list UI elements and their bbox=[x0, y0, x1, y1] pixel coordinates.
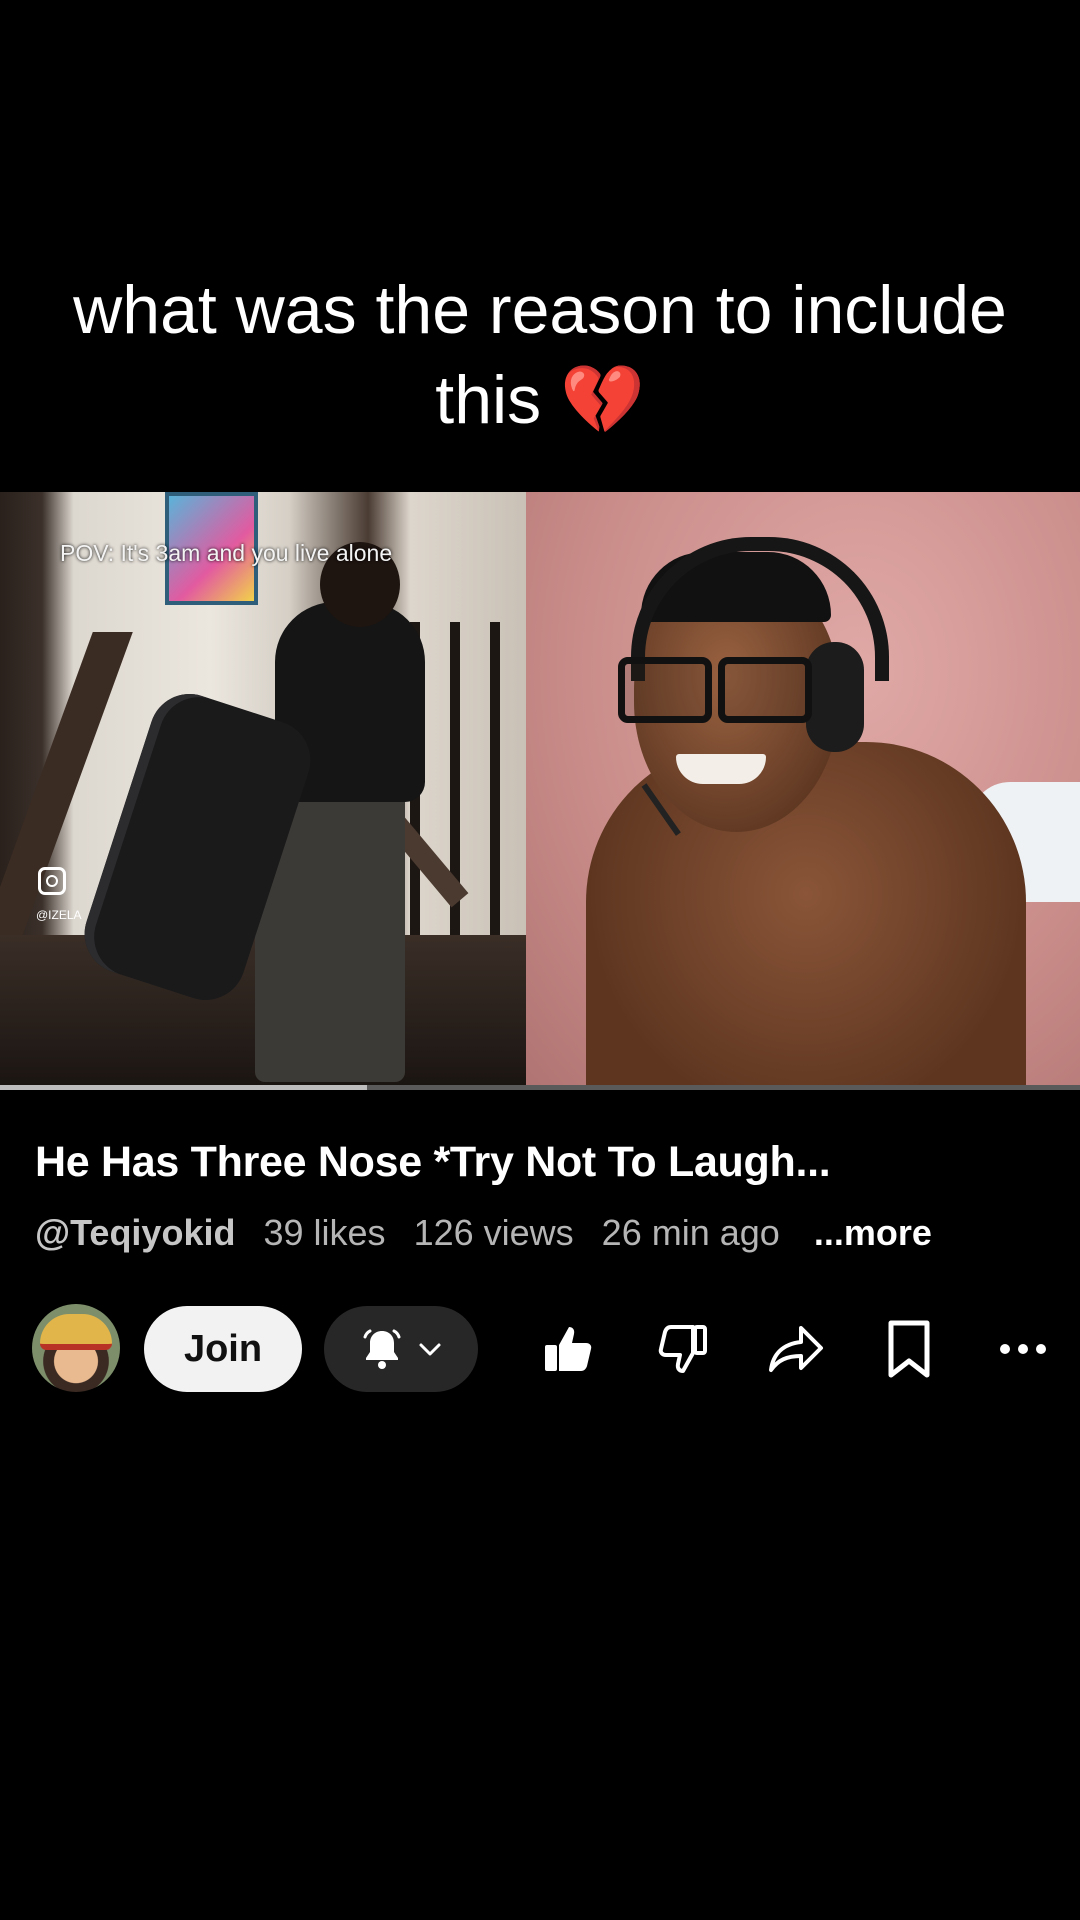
watermark-handle: @IZELA bbox=[36, 908, 82, 922]
video-title[interactable]: He Has Three Nose *Try Not To Laugh... bbox=[35, 1138, 1055, 1187]
share-icon bbox=[769, 1326, 823, 1372]
overlay-caption: what was the reason to include this 💔 bbox=[60, 265, 1020, 446]
more-options-button[interactable] bbox=[988, 1314, 1058, 1384]
bookmark-icon bbox=[888, 1320, 930, 1378]
smile bbox=[676, 754, 766, 784]
right-clip bbox=[526, 492, 1080, 1085]
video-meta: @Teqiyokid 39 likes 126 views 26 min ago… bbox=[35, 1212, 932, 1254]
action-bar: Join bbox=[0, 1304, 1080, 1394]
headphone-cup bbox=[806, 642, 864, 752]
channel-handle[interactable]: @Teqiyokid bbox=[35, 1212, 235, 1253]
instagram-icon bbox=[38, 867, 66, 895]
broken-heart-emoji: 💔 bbox=[560, 361, 645, 440]
video-progress-bar[interactable] bbox=[0, 1085, 1080, 1090]
save-button[interactable] bbox=[874, 1314, 944, 1384]
clip-overlay-text: POV: It's 3am and you live alone bbox=[60, 540, 393, 566]
share-button[interactable] bbox=[761, 1314, 831, 1384]
view-count: 126 views bbox=[413, 1212, 574, 1253]
video-player[interactable]: POV: It's 3am and you live alone @IZELA bbox=[0, 492, 1080, 1085]
channel-avatar[interactable] bbox=[32, 1304, 120, 1392]
video-progress-fill bbox=[0, 1085, 368, 1090]
join-button[interactable]: Join bbox=[144, 1306, 302, 1392]
upload-time: 26 min ago bbox=[601, 1212, 780, 1253]
notifications-button[interactable] bbox=[324, 1306, 478, 1392]
left-clip: POV: It's 3am and you live alone @IZELA bbox=[0, 492, 526, 1085]
thumbs-up-icon bbox=[545, 1327, 592, 1371]
thumbs-down-icon bbox=[658, 1325, 707, 1373]
like-count: 39 likes bbox=[263, 1212, 386, 1253]
like-button[interactable] bbox=[534, 1314, 604, 1384]
more-icon bbox=[1000, 1344, 1046, 1354]
chevron-down-icon bbox=[419, 1343, 441, 1356]
bell-icon bbox=[363, 1329, 401, 1369]
dislike-button[interactable] bbox=[648, 1314, 718, 1384]
caption-text: what was the reason to include this bbox=[73, 272, 1007, 438]
glasses bbox=[618, 657, 812, 723]
more-link[interactable]: ...more bbox=[814, 1212, 932, 1253]
